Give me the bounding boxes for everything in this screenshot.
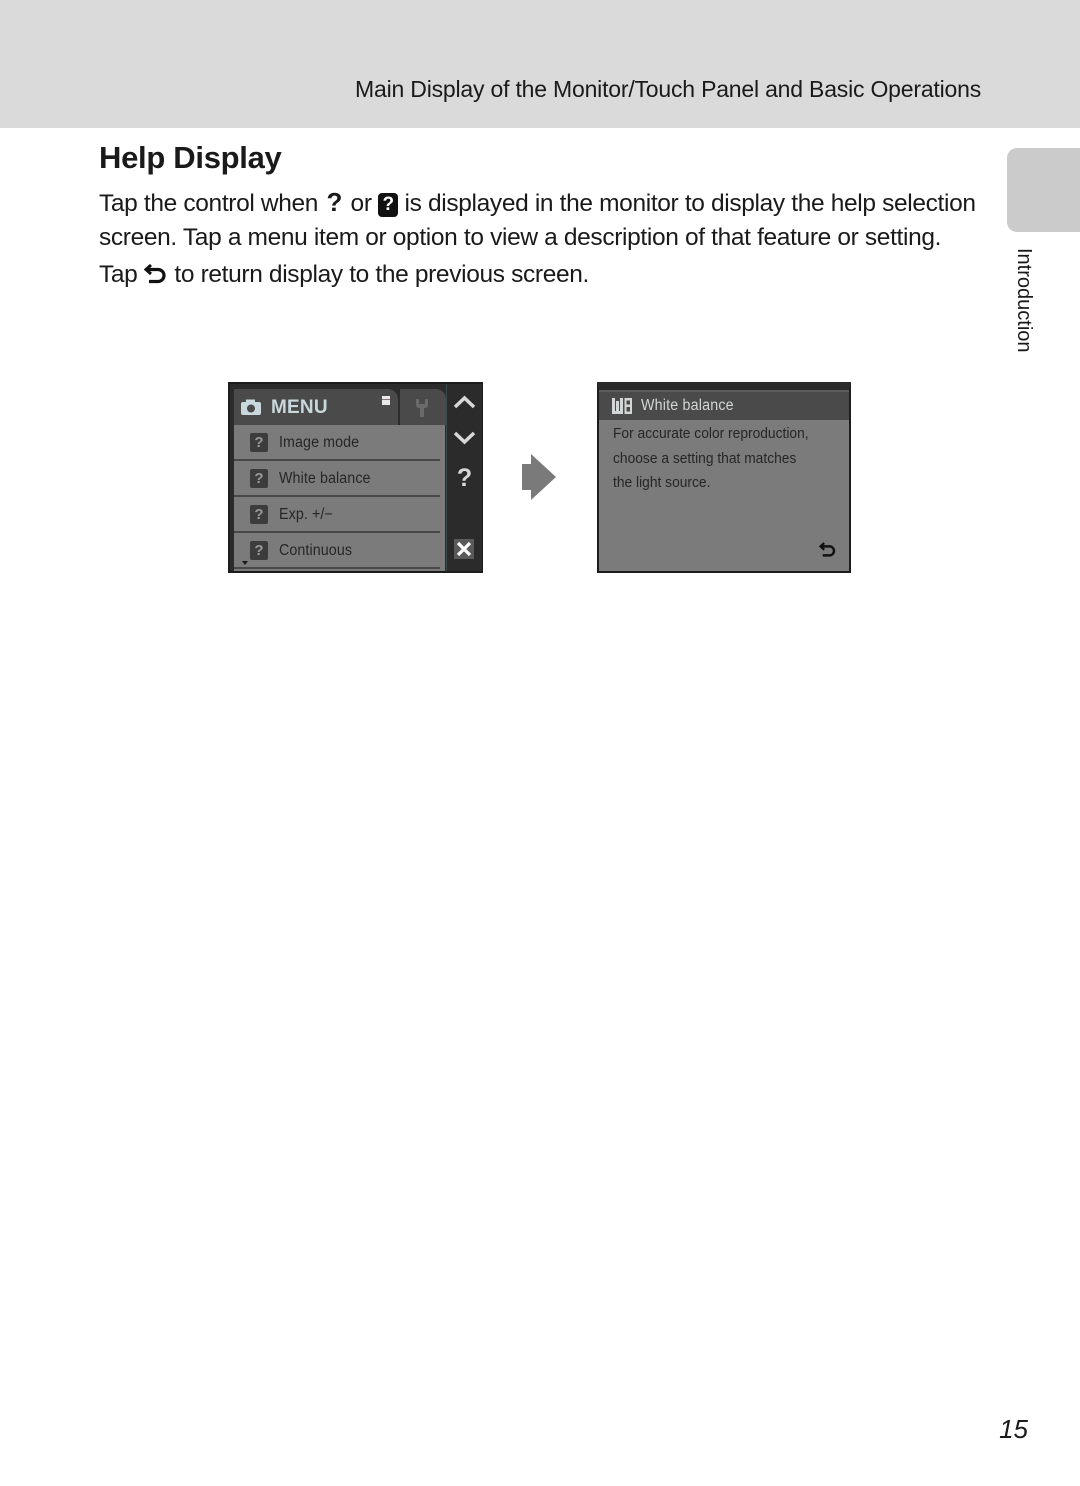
return-icon: [143, 261, 168, 295]
chevron-up-icon: [453, 395, 476, 409]
scroll-up-button[interactable]: [452, 394, 477, 415]
menu-item-label: White balance: [279, 470, 371, 487]
text-run: or: [344, 190, 379, 217]
help-button[interactable]: ?: [452, 464, 477, 492]
help-description: For accurate color reproduction, choose …: [613, 425, 809, 491]
chapter-label: Introduction: [1013, 248, 1035, 353]
paragraph-help-instructions: Tap the control when ? or ? is displayed…: [99, 186, 989, 254]
help-box-icon[interactable]: ?: [250, 541, 268, 560]
return-button[interactable]: [818, 540, 837, 563]
close-icon: [456, 541, 472, 557]
menu-item-label: Continuous: [279, 542, 353, 559]
section-title: Main Display of the Monitor/Touch Panel …: [355, 76, 981, 102]
tab-indicator-icon: [382, 396, 390, 405]
menu-side-controls: ?: [446, 384, 482, 571]
help-question-icon: ?: [326, 187, 343, 217]
menu-item-exposure[interactable]: ? Exp. +/−: [234, 497, 440, 533]
camera-help-screen: White balance For accurate color reprodu…: [597, 382, 851, 573]
page-title: Help Display: [99, 140, 282, 175]
menu-item-image-mode[interactable]: ? Image mode: [234, 425, 440, 461]
camera-icon: [240, 399, 262, 421]
menu-item-label: Exp. +/−: [279, 506, 333, 523]
wrench-icon: [416, 399, 428, 417]
chapter-tab: [1007, 148, 1080, 232]
help-box-icon[interactable]: ?: [250, 433, 268, 452]
help-header: White balance: [599, 390, 849, 420]
white-balance-icon: [611, 397, 633, 420]
chevron-down-icon: [453, 431, 476, 445]
paragraph-return-instructions: Tap to return display to the previous sc…: [99, 258, 989, 295]
menu-tab-shooting[interactable]: MENU: [234, 389, 398, 427]
text-run: Tap: [99, 261, 144, 288]
menu-list: ? Image mode ? White balance ? Exp. +/− …: [234, 425, 445, 571]
help-box-icon[interactable]: ?: [250, 469, 268, 488]
page-number: 15: [999, 1414, 1028, 1444]
menu-item-continuous[interactable]: ? Continuous: [234, 533, 440, 569]
menu-item-label: Image mode: [279, 434, 360, 451]
text-run: to return display to the previous screen…: [167, 261, 590, 288]
help-box-icon: ?: [378, 193, 399, 217]
scroll-down-button[interactable]: [452, 430, 477, 451]
close-button[interactable]: [454, 539, 474, 559]
body-text: Tap the control when ? or ? is displayed…: [99, 186, 989, 295]
arrow-right-icon: [521, 453, 557, 506]
camera-menu-screen: MENU ? Image mode ? White balance ? Exp.…: [228, 382, 483, 573]
menu-tab-setup[interactable]: [400, 389, 446, 425]
help-box-icon[interactable]: ?: [250, 505, 268, 524]
menu-tab-label: MENU: [271, 397, 328, 418]
help-title: White balance: [641, 397, 734, 414]
header-band: Main Display of the Monitor/Touch Panel …: [0, 0, 1080, 128]
text-run: Tap the control when: [99, 190, 325, 217]
more-items-indicator-icon: [242, 561, 248, 565]
menu-item-white-balance[interactable]: ? White balance: [234, 461, 440, 497]
return-icon: [818, 542, 836, 557]
